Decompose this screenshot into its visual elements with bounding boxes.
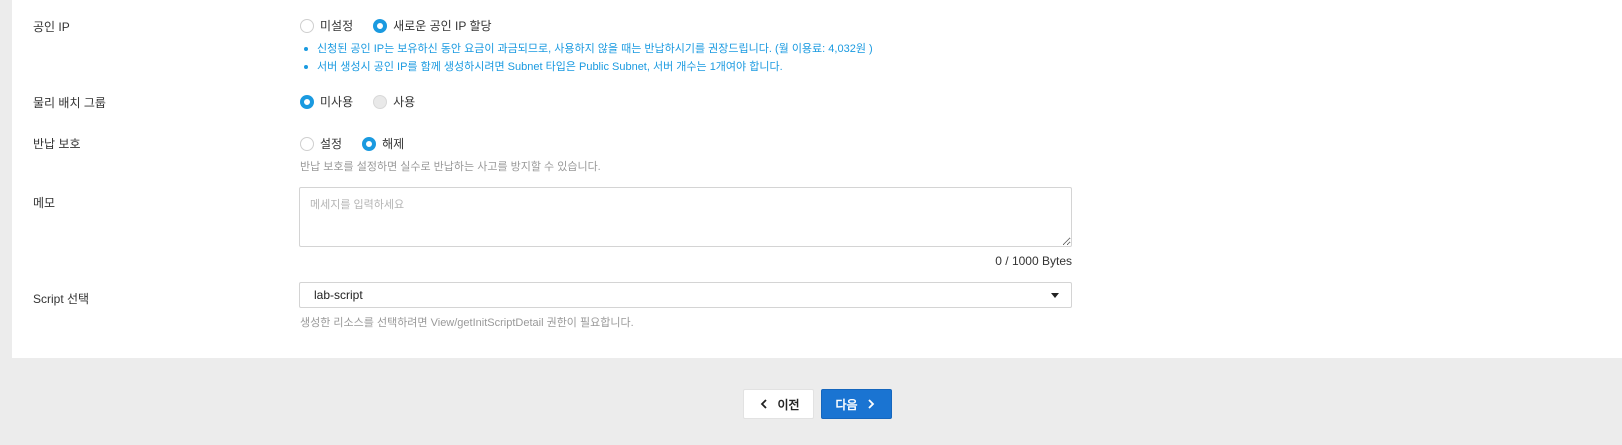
next-button-label: 다음 — [835, 397, 858, 412]
return-protection-option-off[interactable]: 해제 — [362, 135, 404, 152]
radio-unchecked-icon[interactable] — [300, 18, 314, 33]
public-ip-notes: 신청된 공인 IP는 보유하신 동안 요금이 과금되므로, 사용하지 않을 때는… — [300, 40, 873, 76]
radio-unchecked-icon[interactable] — [300, 136, 314, 151]
chevron-left-icon — [761, 399, 768, 409]
placement-group-radio-group: 미사용 사용 — [300, 93, 435, 110]
radio-checked-icon[interactable] — [362, 136, 377, 151]
prev-button[interactable]: 이전 — [743, 389, 814, 419]
form-panel: 공인 IP 미설정 새로운 공인 IP 할당 신청된 공인 IP는 보유하신 동… — [12, 0, 1622, 358]
radio-disabled-icon[interactable] — [373, 94, 388, 109]
public-ip-option-unset[interactable]: 미설정 — [300, 17, 353, 34]
radio-checked-icon[interactable] — [373, 18, 388, 33]
memo-label: 메모 — [33, 196, 56, 210]
return-protection-label: 반납 보호 — [33, 137, 81, 151]
memo-textarea[interactable] — [299, 187, 1072, 247]
script-select-value: lab-script — [314, 288, 363, 302]
radio-label: 미사용 — [320, 95, 354, 109]
public-ip-label: 공인 IP — [33, 20, 70, 34]
return-protection-help: 반납 보호를 설정하면 실수로 반납하는 사고를 방지할 수 있습니다. — [300, 161, 601, 173]
radio-label: 설정 — [320, 137, 343, 151]
public-ip-radio-group: 미설정 새로운 공인 IP 할당 — [300, 17, 512, 34]
radio-label: 새로운 공인 IP 할당 — [393, 19, 492, 33]
radio-label: 해제 — [382, 137, 405, 151]
radio-checked-icon[interactable] — [300, 94, 314, 109]
chevron-right-icon — [867, 399, 874, 409]
public-ip-note: 서버 생성시 공인 IP를 함께 생성하시려면 Subnet 타입은 Publi… — [300, 58, 873, 76]
placement-group-label: 물리 배치 그룹 — [33, 96, 106, 110]
public-ip-option-new[interactable]: 새로운 공인 IP 할당 — [373, 17, 492, 34]
return-protection-option-on[interactable]: 설정 — [300, 135, 342, 152]
script-select[interactable]: lab-script — [299, 282, 1072, 308]
radio-label: 사용 — [393, 95, 416, 109]
placement-group-option-used[interactable]: 사용 — [373, 93, 415, 110]
return-protection-radio-group: 설정 해제 — [300, 135, 424, 152]
radio-label: 미설정 — [320, 19, 354, 33]
memo-byte-counter: 0 / 1000 Bytes — [995, 254, 1072, 268]
public-ip-note: 신청된 공인 IP는 보유하신 동안 요금이 과금되므로, 사용하지 않을 때는… — [300, 40, 873, 58]
prev-button-label: 이전 — [777, 397, 800, 412]
script-label: Script 선택 — [33, 292, 90, 306]
placement-group-option-unused[interactable]: 미사용 — [300, 93, 353, 110]
script-help: 생성한 리소스를 선택하려면 View/getInitScriptDetail … — [300, 317, 634, 329]
next-button[interactable]: 다음 — [821, 389, 892, 419]
caret-down-icon — [1051, 292, 1059, 298]
